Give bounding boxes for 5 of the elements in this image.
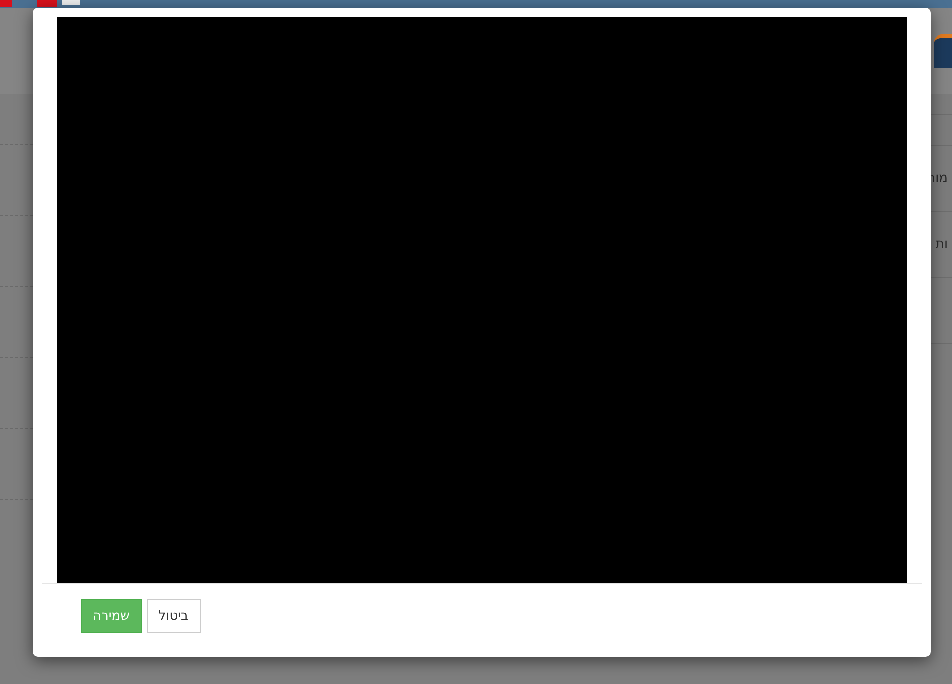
save-button[interactable]: שמירה — [81, 599, 142, 633]
cancel-button[interactable]: ביטול — [146, 599, 201, 633]
logo — [934, 34, 952, 68]
menu-item[interactable]: ות — [934, 237, 948, 252]
menu-item[interactable]: מור — [926, 171, 948, 186]
